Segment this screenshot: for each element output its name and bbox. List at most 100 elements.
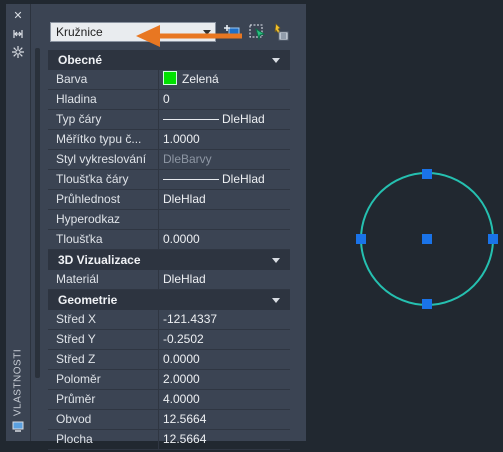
property-row[interactable]: Měřítko typu č... 1.0000: [48, 130, 290, 150]
grip-bottom[interactable]: [422, 299, 432, 309]
property-label: Střed Y: [48, 330, 159, 349]
property-label: Hyperodkaz: [48, 210, 159, 229]
property-row[interactable]: Hyperodkaz: [48, 210, 290, 230]
drawing-canvas[interactable]: [310, 0, 503, 449]
property-value-text: 2.0000: [163, 372, 200, 386]
property-value-text: DleHlad: [163, 272, 206, 286]
property-value-text: DleBarvy: [163, 152, 212, 166]
property-label: Střed Z: [48, 350, 159, 369]
property-row[interactable]: Tloušťka čáry DleHlad: [48, 170, 290, 190]
property-value-text: DleHlad: [163, 192, 206, 206]
property-row[interactable]: Barva Zelená: [48, 70, 290, 90]
object-type-dropdown[interactable]: Kružnice: [50, 22, 216, 42]
properties-palette: ✕ VLASTNOSTI Kružnice Obecné Barva Zelen…: [6, 4, 306, 450]
property-row[interactable]: Plocha 12.5664: [48, 430, 290, 450]
property-value[interactable]: 0.0000: [159, 350, 290, 369]
properties-grid: Obecné Barva Zelená Hladina 0 Typ čáry DleHlad…: [48, 50, 290, 450]
property-value[interactable]: 0: [159, 90, 290, 109]
property-label: Styl vykreslování: [48, 150, 159, 169]
palette-title-strip: ✕ VLASTNOSTI: [6, 4, 31, 441]
property-value-text: Zelená: [182, 72, 219, 86]
select-objects-icon[interactable]: [248, 23, 266, 41]
grip-right[interactable]: [488, 234, 498, 244]
grip-top[interactable]: [422, 169, 432, 179]
property-value-text: 12.5664: [163, 432, 207, 446]
property-value-text: 0.0000: [163, 232, 200, 246]
property-value-text: 12.5664: [163, 412, 207, 426]
property-label: Průhlednost: [48, 190, 159, 209]
property-value[interactable]: DleHlad: [159, 110, 290, 129]
property-row[interactable]: Střed Z 0.0000: [48, 350, 290, 370]
property-label: Barva: [48, 70, 159, 89]
toggle-pickadd-icon[interactable]: [224, 23, 242, 41]
property-label: Hladina: [48, 90, 159, 109]
palette-body: Kružnice Obecné Barva Zelená Hladina 0 Typ čá…: [32, 4, 306, 450]
section-title: 3D Vizualizace: [58, 253, 141, 267]
property-value[interactable]: DleHlad: [159, 170, 290, 189]
property-value-text: -0.2502: [163, 332, 204, 346]
property-value-text: 0.0000: [163, 352, 200, 366]
property-row[interactable]: Obvod 12.5664: [48, 410, 290, 430]
linetype-preview: [163, 119, 219, 120]
property-label: Poloměr: [48, 370, 159, 389]
property-value[interactable]: 1.0000: [159, 130, 290, 149]
grip-center[interactable]: [422, 234, 432, 244]
settings-icon[interactable]: [12, 46, 24, 58]
properties-icon[interactable]: [12, 421, 24, 433]
section-header[interactable]: 3D Vizualizace: [48, 250, 290, 270]
property-value[interactable]: 4.0000: [159, 390, 290, 409]
property-row[interactable]: Průměr 4.0000: [48, 390, 290, 410]
chevron-down-icon: [272, 298, 280, 303]
property-value[interactable]: Zelená: [159, 70, 290, 89]
linetype-preview: [163, 179, 219, 180]
property-value-text: DleHlad: [222, 172, 265, 186]
property-row[interactable]: Poloměr 2.0000: [48, 370, 290, 390]
property-row[interactable]: Tloušťka 0.0000: [48, 230, 290, 250]
property-value[interactable]: DleHlad: [159, 270, 290, 289]
property-row[interactable]: Střed X -121.4337: [48, 310, 290, 330]
property-value-text: DleHlad: [222, 112, 265, 126]
property-row[interactable]: Průhlednost DleHlad: [48, 190, 290, 210]
property-row[interactable]: Materiál DleHlad: [48, 270, 290, 290]
property-row[interactable]: Střed Y -0.2502: [48, 330, 290, 350]
property-row[interactable]: Styl vykreslování DleBarvy: [48, 150, 290, 170]
property-value-text: 1.0000: [163, 132, 200, 146]
section-header[interactable]: Obecné: [48, 50, 290, 70]
chevron-down-icon: [272, 258, 280, 263]
property-label: Obvod: [48, 410, 159, 429]
property-value[interactable]: [159, 210, 290, 229]
property-value[interactable]: 0.0000: [159, 230, 290, 249]
property-label: Typ čáry: [48, 110, 159, 129]
property-value[interactable]: -121.4337: [159, 310, 290, 329]
palette-title-text: VLASTNOSTI: [12, 348, 24, 417]
property-value-text: 0: [163, 92, 170, 106]
property-value[interactable]: -0.2502: [159, 330, 290, 349]
property-label: Tloušťka: [48, 230, 159, 249]
property-label: Plocha: [48, 430, 159, 449]
property-value[interactable]: 12.5664: [159, 430, 290, 449]
color-swatch: [163, 71, 177, 85]
scrollbar[interactable]: [35, 48, 40, 378]
property-label: Materiál: [48, 270, 159, 289]
section-title: Geometrie: [58, 293, 118, 307]
palette-vertical-title: VLASTNOSTI: [8, 349, 28, 419]
property-row[interactable]: Hladina 0: [48, 90, 290, 110]
property-row[interactable]: Typ čáry DleHlad: [48, 110, 290, 130]
property-label: Měřítko typu č...: [48, 130, 159, 149]
chevron-down-icon: [272, 58, 280, 63]
grip-left[interactable]: [356, 234, 366, 244]
chevron-down-icon: [203, 30, 211, 35]
property-value[interactable]: DleHlad: [159, 190, 290, 209]
quick-select-icon[interactable]: [272, 23, 290, 41]
property-label: Tloušťka čáry: [48, 170, 159, 189]
autohide-icon[interactable]: [12, 28, 24, 40]
section-header[interactable]: Geometrie: [48, 290, 290, 310]
property-value[interactable]: 2.0000: [159, 370, 290, 389]
property-value[interactable]: 12.5664: [159, 410, 290, 429]
object-type-value: Kružnice: [56, 25, 103, 39]
close-icon[interactable]: ✕: [12, 10, 24, 22]
property-value[interactable]: DleBarvy: [159, 150, 290, 169]
property-label: Střed X: [48, 310, 159, 329]
property-label: Průměr: [48, 390, 159, 409]
section-title: Obecné: [58, 53, 103, 67]
